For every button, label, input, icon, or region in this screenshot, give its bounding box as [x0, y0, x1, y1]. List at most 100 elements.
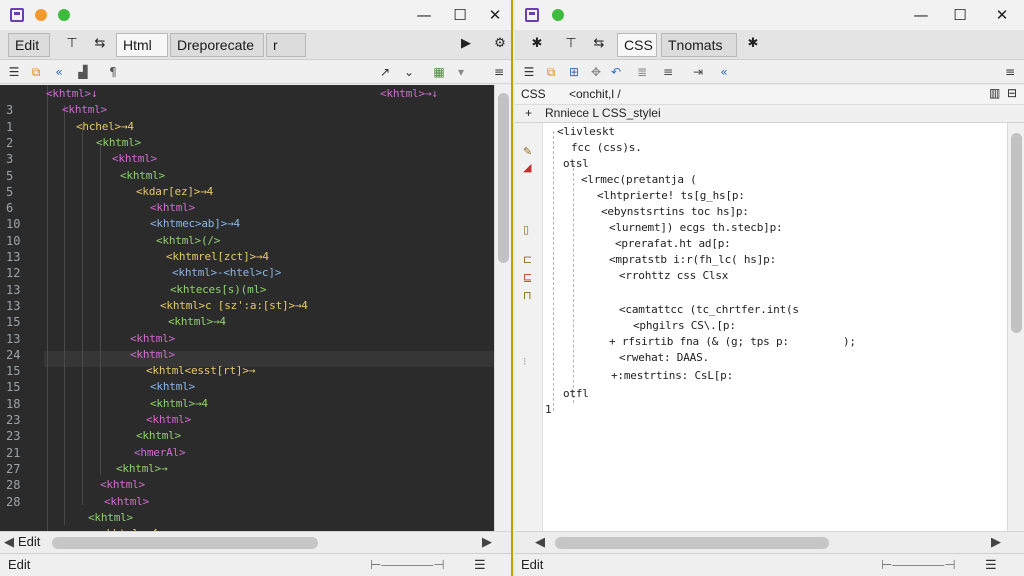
back-icon[interactable]: « [715, 63, 733, 81]
scroll-thumb[interactable] [1011, 133, 1022, 333]
code-line: <khtml> [136, 429, 181, 443]
app-icon [525, 8, 539, 22]
asterisk-icon[interactable]: ✱ [523, 33, 551, 57]
list-icon[interactable]: ☰ [5, 63, 23, 81]
code-line: <mpratstb i:r(fh_lc( hs]p: [609, 253, 776, 266]
nav-arrow-icon[interactable]: ◀ [4, 534, 14, 550]
tab-html[interactable]: Html [116, 33, 168, 57]
gutter-marker-icon[interactable]: ⊏ [523, 253, 532, 266]
list-icon[interactable]: ☰ [520, 63, 538, 81]
code-line: <khtml>→ [116, 461, 168, 475]
bottom-label: Edit [8, 557, 31, 572]
css-code-editor[interactable]: ✎ ◢ ▯ ⊏ ⊑ ⊓ ⁝ <livleskt fcc (css)s. otsl <lrmec(p… [515, 123, 1007, 531]
code-line: 1 [545, 403, 552, 416]
gear-icon[interactable]: ⚙ [486, 33, 511, 57]
indent-icon[interactable]: ⇥ [689, 63, 707, 81]
split-icon[interactable]: ⊤ [557, 33, 585, 57]
tab-edit[interactable]: Edit [8, 33, 50, 57]
scroll-thumb[interactable] [498, 93, 509, 263]
undo-icon[interactable]: ↶ [607, 63, 625, 81]
current-line-highlight [44, 351, 496, 367]
code-tail: ); [843, 335, 856, 348]
tag-icon[interactable]: ⧉ [27, 63, 45, 81]
chevron-down-icon[interactable]: ⌄ [400, 63, 418, 81]
breadcrumb-item[interactable]: <onchit,l / [569, 87, 621, 101]
stats-icon[interactable]: ▦ [430, 63, 448, 81]
menu-icon[interactable]: ☰ [985, 557, 997, 573]
code-line: + rfsirtib fna (& (g; tps p: [609, 335, 789, 348]
rewind-icon[interactable]: « [50, 63, 68, 81]
align-icon[interactable]: ≣ [633, 63, 651, 81]
nav-right-icon[interactable]: ▶ [482, 534, 492, 550]
line-number: 13 [6, 282, 21, 297]
swap-icon[interactable]: ⇆ [585, 33, 613, 57]
tag-icon[interactable]: ⧉ [542, 63, 560, 81]
gutter-marker-icon[interactable]: ⊓ [523, 289, 532, 302]
gutter-marker-icon[interactable]: ▯ [523, 223, 529, 236]
menu-icon[interactable]: ☰ [474, 557, 486, 573]
minimize-button[interactable]: — [414, 5, 434, 25]
code-line: <khtml> [104, 494, 149, 508]
wrap-icon[interactable]: ≡ [490, 63, 508, 81]
maximize-button[interactable]: ☐ [450, 5, 470, 25]
code-line: <kdar[ez]>→4 [136, 184, 214, 198]
lock-icon[interactable]: ⊟ [1007, 86, 1017, 100]
gutter-marker-icon[interactable]: ⁝ [523, 355, 527, 368]
code-line: <hmerAl> [134, 445, 186, 459]
vertical-scrollbar[interactable] [494, 85, 511, 531]
code-line: <khtml> [130, 347, 175, 361]
vertical-scrollbar[interactable] [1007, 123, 1024, 531]
line-number: 6 [6, 201, 14, 216]
code-line: <khtml<esst[rt]>→ [146, 364, 256, 378]
add-icon[interactable]: + [525, 106, 532, 120]
horizontal-scroll-thumb[interactable] [555, 537, 829, 549]
tab-r[interactable]: r [266, 33, 306, 57]
close-button[interactable]: ✕ [992, 5, 1012, 25]
lines-icon[interactable]: ≡ [659, 63, 677, 81]
nav-right-icon[interactable]: ▶ [991, 534, 1001, 550]
code-line: <khtml> [150, 201, 195, 215]
breadcrumb-root[interactable]: CSS [521, 87, 546, 101]
line-number: 24 [6, 347, 21, 362]
panel-icon[interactable]: ▥ [989, 86, 1000, 100]
minimize-dot[interactable] [35, 9, 47, 21]
code-line: <khtml> [120, 168, 165, 182]
code-editor[interactable]: <khtml>↓ <khtml>→↓ <khtml> <hchel>→4 <khtml>… [0, 85, 496, 531]
code-line-right: <khtml>→↓ [380, 87, 438, 100]
tab-bar: Edit ⊤ ⇆ Html Dreporecate r ▶ ⚙ [0, 30, 511, 60]
line-number: 10 [6, 233, 21, 248]
wrap-icon[interactable]: ≡ [1001, 63, 1019, 81]
selector-label: Rnniece L CSS_stylei [545, 106, 661, 120]
horizontal-scroll-thumb[interactable] [52, 537, 318, 549]
line-number: 27 [6, 461, 21, 476]
arrow-icon[interactable]: ↗ [376, 63, 394, 81]
status-row: ◀ Edit ▶ [0, 531, 511, 553]
gutter-marker-icon[interactable]: ⊑ [523, 271, 532, 284]
play-icon[interactable]: ▶ [452, 33, 480, 57]
nav-left-icon[interactable]: ◀ [535, 534, 545, 550]
maximize-button[interactable]: ☐ [950, 5, 970, 25]
tab-dreporecate[interactable]: Dreporecate [170, 33, 264, 57]
split-icon[interactable]: ⊤ [58, 33, 86, 57]
tab-css[interactable]: CSS [617, 33, 657, 57]
gutter-marker-icon[interactable]: ✎ [523, 145, 532, 158]
position-slider-icon[interactable]: ⊢————⊣ [370, 557, 445, 573]
star-icon[interactable]: ✱ [739, 33, 767, 57]
code-line: <khtml> [112, 152, 157, 166]
chart-icon[interactable]: ▟ [74, 63, 92, 81]
gutter-marker-icon[interactable]: ◢ [523, 161, 531, 174]
tab-tnomats[interactable]: Tnomats [661, 33, 737, 57]
maximize-dot[interactable] [58, 9, 70, 21]
ruler-icon[interactable]: ⊞ [565, 63, 583, 81]
close-button[interactable]: ✕ [485, 5, 505, 25]
dropdown-icon[interactable]: ▾ [452, 63, 470, 81]
format-icon[interactable]: ¶ [104, 63, 122, 81]
code-line: <ebynstsrtins toc hs]p: [601, 205, 749, 218]
maximize-dot[interactable] [552, 9, 564, 21]
position-slider-icon[interactable]: ⊢————⊣ [881, 557, 956, 573]
code-line: <khtmec>ab]>→4 [150, 217, 240, 231]
swap-icon[interactable]: ⇆ [86, 33, 114, 57]
code-line: <khtmrel[zct]>→4 [166, 250, 269, 263]
move-icon[interactable]: ✥ [587, 63, 605, 81]
minimize-button[interactable]: — [911, 5, 931, 25]
